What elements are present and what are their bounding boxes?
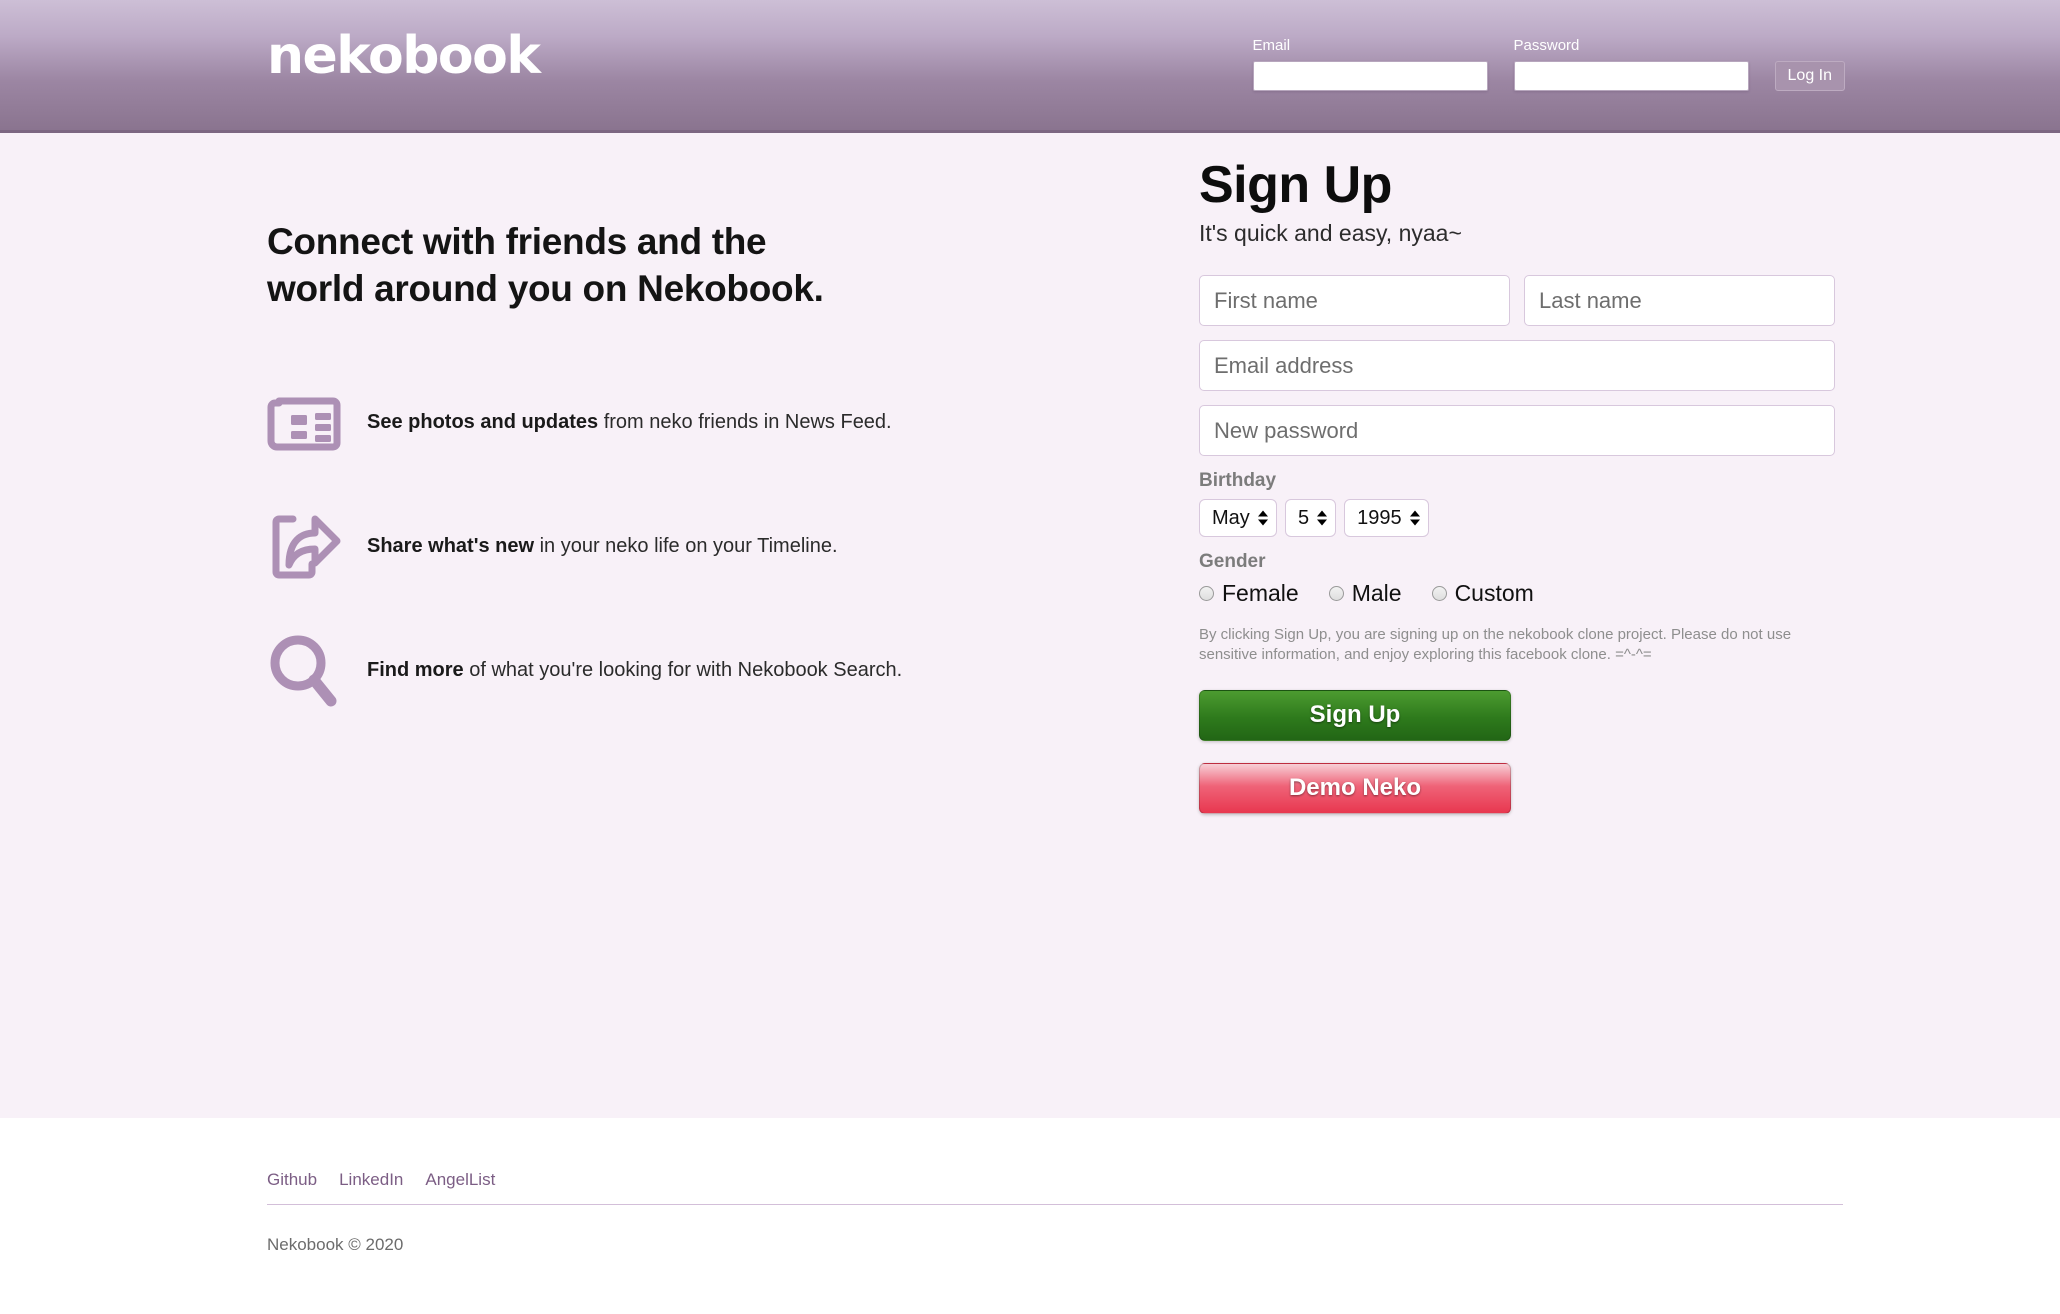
signup-disclaimer: By clicking Sign Up, you are signing up … — [1199, 626, 1792, 663]
search-icon — [267, 633, 367, 709]
footer-link-github[interactable]: Github — [267, 1170, 317, 1190]
gender-radio-group: Female Male Custom — [1199, 580, 1844, 607]
birthday-label: Birthday — [1199, 470, 1277, 491]
radio-icon[interactable] — [1199, 586, 1214, 601]
sign-up-button[interactable]: Sign Up — [1199, 689, 1511, 741]
login-password-field: Password — [1513, 37, 1749, 91]
last-name-input[interactable] — [1524, 275, 1835, 326]
footer-links: Github LinkedIn AngelList — [267, 1170, 1843, 1204]
feature-search: Find more of what you're looking for wit… — [267, 623, 1127, 719]
gender-option-custom-label: Custom — [1454, 580, 1534, 606]
page-headline: Connect with friends and the world aroun… — [267, 218, 1127, 313]
footer-link-linkedin[interactable]: LinkedIn — [339, 1170, 403, 1190]
login-email-field: Email — [1252, 37, 1488, 91]
feature-share-rest: in your neko life on your Timeline. — [534, 535, 838, 558]
signup-title: Sign Up — [1199, 156, 1392, 214]
feature-share: Share what's new in your neko life on yo… — [267, 499, 1127, 595]
signup-subtitle: It's quick and easy, nyaa~ — [1199, 220, 1462, 246]
log-in-button[interactable]: Log In — [1774, 60, 1845, 91]
name-fields-row — [1199, 275, 1844, 326]
feature-news-feed-text: See photos and updates from neko friends… — [367, 409, 892, 436]
login-password-label: Password — [1513, 37, 1580, 54]
signup-password-input[interactable] — [1199, 405, 1835, 456]
footer-divider — [267, 1204, 1843, 1205]
marketing-column: Connect with friends and the world aroun… — [267, 218, 1127, 747]
birthday-month-select[interactable]: May — [1199, 499, 1277, 537]
signup-column: Sign Up It's quick and easy, nyaa~ Birth… — [1199, 153, 1844, 814]
gender-option-male[interactable]: Male — [1328, 580, 1402, 607]
feature-share-bold: Share what's new — [367, 535, 535, 558]
login-password-input[interactable] — [1513, 60, 1749, 91]
site-footer: Github LinkedIn AngelList Nekobook © 202… — [0, 1118, 2060, 1314]
first-name-input[interactable] — [1199, 275, 1510, 326]
password-field-row — [1199, 405, 1844, 456]
newspaper-icon — [267, 391, 367, 455]
radio-icon[interactable] — [1328, 586, 1344, 601]
feature-share-text: Share what's new in your neko life on yo… — [367, 533, 838, 560]
login-email-label: Email — [1252, 37, 1291, 54]
feature-search-bold: Find more — [367, 659, 464, 682]
gender-option-female[interactable]: Female — [1199, 580, 1299, 607]
gender-option-male-label: Male — [1351, 580, 1402, 606]
radio-icon[interactable] — [1431, 586, 1447, 601]
signup-email-input[interactable] — [1199, 340, 1835, 391]
demo-neko-button[interactable]: Demo Neko — [1199, 762, 1511, 814]
chevron-updown-icon — [1317, 510, 1328, 526]
email-field-row — [1199, 340, 1844, 391]
birthday-year-select[interactable]: 1995 — [1344, 499, 1429, 537]
feature-news-feed-rest: from neko friends in News Feed. — [598, 411, 892, 434]
feature-search-rest: of what you're looking for with Nekobook… — [463, 659, 903, 682]
headline-line-1: Connect with friends and the — [267, 221, 767, 262]
header-login-form: Email Password Log In — [1252, 37, 1845, 91]
birthday-day-select[interactable]: 5 — [1285, 499, 1337, 537]
gender-option-custom[interactable]: Custom — [1431, 580, 1534, 607]
birthday-day-value: 5 — [1298, 506, 1310, 529]
login-email-input[interactable] — [1252, 60, 1488, 91]
chevron-updown-icon — [1409, 510, 1420, 526]
birthday-selects: May 5 1995 — [1199, 499, 1844, 537]
birthday-month-value: May — [1212, 506, 1250, 529]
footer-link-angellist[interactable]: AngelList — [425, 1170, 495, 1190]
footer-inner: Github LinkedIn AngelList Nekobook © 202… — [267, 1170, 1843, 1255]
chevron-updown-icon — [1258, 510, 1268, 526]
gender-option-female-label: Female — [1222, 580, 1299, 606]
feature-news-feed: See photos and updates from neko friends… — [267, 375, 1127, 471]
site-logo[interactable]: nekobook — [267, 30, 541, 82]
feature-search-text: Find more of what you're looking for wit… — [367, 657, 902, 684]
gender-label: Gender — [1199, 551, 1266, 572]
main-content: Connect with friends and the world aroun… — [0, 133, 2060, 1118]
share-icon — [267, 511, 367, 583]
footer-copyright: Nekobook © 2020 — [267, 1235, 404, 1254]
headline-line-2: world around you on Nekobook. — [267, 268, 824, 310]
feature-news-feed-bold: See photos and updates — [367, 411, 599, 434]
site-header: nekobook Email Password Log In — [0, 0, 2060, 133]
birthday-year-value: 1995 — [1357, 506, 1402, 529]
